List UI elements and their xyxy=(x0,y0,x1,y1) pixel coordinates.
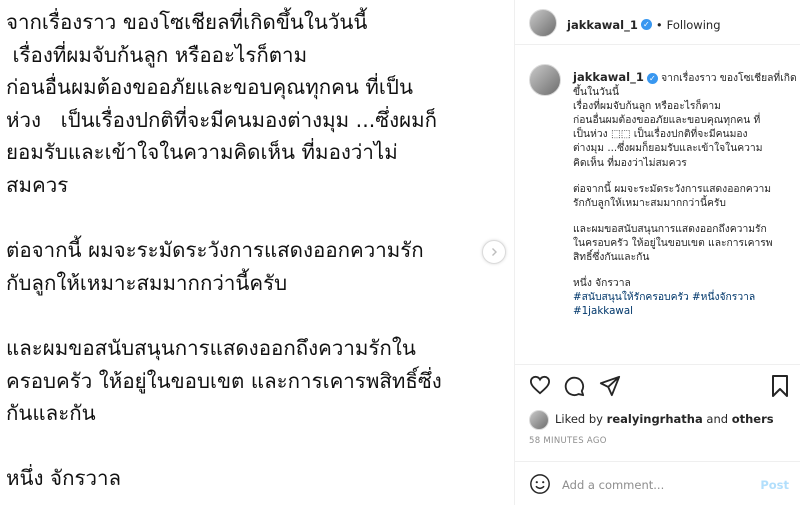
media-text-line: สมควร xyxy=(6,172,69,197)
likes-user[interactable]: realyingrhatha xyxy=(607,412,703,426)
emoji-icon[interactable] xyxy=(529,473,551,495)
caption: jakkawal_1 ✓ จากเรื่องราว ของโซเชียลที่เก… xyxy=(573,70,799,318)
media-text-line: กับลูกให้เหมาะสมมากกว่านี้ครับ xyxy=(6,270,288,295)
liker-avatar[interactable] xyxy=(529,410,549,430)
media-text-line xyxy=(6,299,506,332)
media-text-line: เรื่องที่ผมจับก้นลูก หรืออะไรก็ตาม xyxy=(6,42,308,67)
header-username[interactable]: jakkawal_1 xyxy=(567,18,638,32)
post-comment-button[interactable]: Post xyxy=(760,478,789,492)
verified-icon: ✓ xyxy=(640,19,652,30)
post-media: จากเรื่องราว ของโซเชียลที่เกิดขึ้นในวันน… xyxy=(0,0,514,505)
media-text-line: จากเรื่องราว ของโซเชียลที่เกิดขึ้นในวันน… xyxy=(6,10,368,34)
media-text-line: ครอบครัว ให้อยู่ในขอบเขต และการเคารพสิทธ… xyxy=(6,368,442,393)
likes-text: Liked by realyingrhatha and others xyxy=(555,412,774,426)
caption-paragraph-3: และผมขอสนับสนุนการแสดงออกถึงความรัก ในคร… xyxy=(573,222,773,264)
likes-and: and xyxy=(706,412,729,426)
media-text-line: ยอมรับและเข้าใจในความคิดเห็น ที่มองว่าไม… xyxy=(6,140,398,165)
media-text: จากเรื่องราว ของโซเชียลที่เกิดขึ้นในวันน… xyxy=(6,6,506,495)
caption-paragraph-2: ต่อจากนี้ ผมจะระมัดระวังการแสดงออกความ ร… xyxy=(573,182,772,209)
caption-hashtags[interactable]: #สนับสนุนให้รักครอบครัว #หนึ่งจักรวาล #1… xyxy=(573,291,755,317)
post-timestamp[interactable]: 58 MINUTES AGO xyxy=(529,436,607,446)
likes-row: Liked by realyingrhatha and others xyxy=(529,408,799,430)
media-text-line: ต่อจากนี้ ผมจะระมัดระวังการแสดงออกความรั… xyxy=(6,238,424,263)
media-text-line: ห่วง เป็นเรื่องปกติที่จะมีคนมองต่างมุม .… xyxy=(6,107,438,132)
comment-icon[interactable] xyxy=(563,375,585,397)
caption-signature: หนึ่ง จักรวาล xyxy=(573,277,631,290)
likes-others[interactable]: others xyxy=(732,412,774,426)
media-text-line: กันและกัน xyxy=(6,401,96,426)
caption-avatar[interactable] xyxy=(529,64,561,96)
following-button[interactable]: Following xyxy=(667,18,721,32)
share-icon[interactable] xyxy=(599,375,621,397)
comment-bar: Add a comment... Post xyxy=(515,461,800,506)
avatar[interactable] xyxy=(529,9,557,37)
verified-icon: ✓ xyxy=(646,72,658,84)
bookmark-icon[interactable] xyxy=(771,375,789,397)
action-bar xyxy=(515,364,800,405)
media-text-line xyxy=(6,430,506,463)
caption-paragraph-1: จากเรื่องราว ของโซเชียลที่เกิดขึ้นในวันน… xyxy=(573,72,797,169)
media-text-line: ก่อนอื่นผมต้องขออภัยและขอบคุณทุกคน ที่เป… xyxy=(6,75,413,100)
media-text-line: หนึ่ง จักรวาล xyxy=(6,466,122,491)
post-header: jakkawal_1 ✓ • Following xyxy=(515,0,800,45)
post-panel: jakkawal_1 ✓ • Following jakkawal_1 ✓ จากเรื… xyxy=(514,0,800,505)
caption-username[interactable]: jakkawal_1 xyxy=(573,70,644,84)
media-text-line xyxy=(6,202,506,235)
header-separator: • xyxy=(655,18,663,32)
media-text-line: และผมขอสนับสนุนการแสดงออกถึงความรักใน xyxy=(6,335,416,360)
next-arrow-icon xyxy=(492,248,497,256)
next-slide-button[interactable] xyxy=(482,240,506,264)
likes-prefix: Liked by xyxy=(555,412,603,426)
heart-icon[interactable] xyxy=(529,375,551,395)
comment-input[interactable]: Add a comment... xyxy=(562,478,664,492)
